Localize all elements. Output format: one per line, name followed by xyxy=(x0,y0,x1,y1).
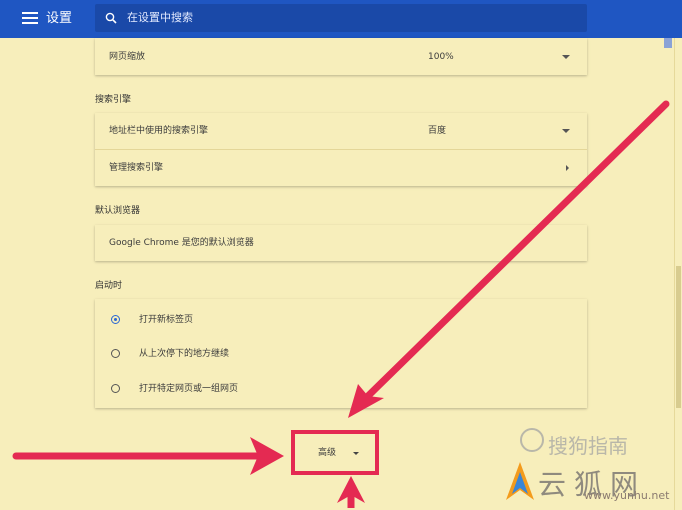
yunhu-logo xyxy=(506,462,534,500)
watermark-sogou-guide: 搜狗指南 xyxy=(548,434,628,458)
watermark-url: www.yunhu.net xyxy=(584,489,670,502)
sogou-logo xyxy=(520,428,544,452)
